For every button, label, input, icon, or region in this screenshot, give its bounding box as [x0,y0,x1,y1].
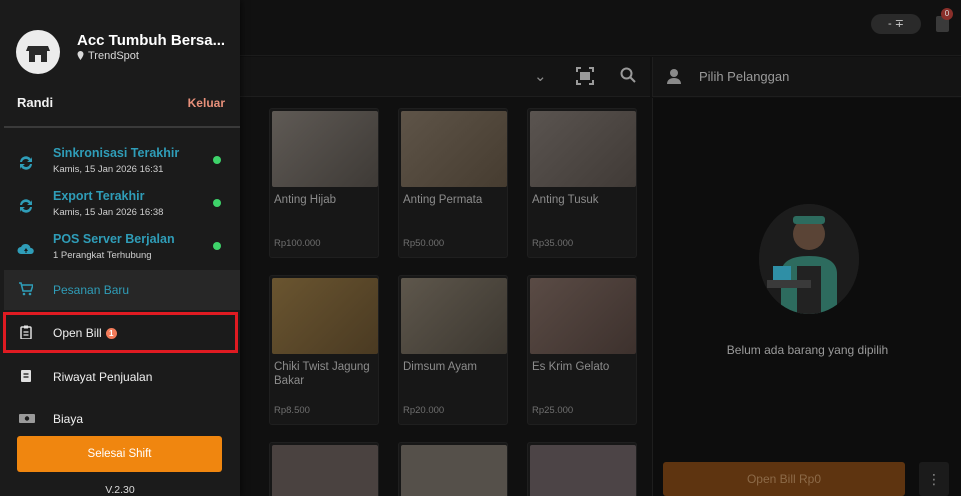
menu-item-expenses[interactable]: Biaya [4,399,240,439]
chevron-down-icon[interactable]: ⌄ [534,67,547,85]
product-card[interactable]: Anting Hijab Rp100.000 [269,108,379,258]
user-icon [667,68,683,84]
cashier-illustration [759,204,859,314]
store-name: Acc Tumbuh Bersa... [77,32,226,49]
product-image [401,278,507,354]
notification-count-badge: 0 [941,8,953,20]
online-indicator [213,199,221,207]
end-shift-button[interactable]: Selesai Shift [17,436,222,472]
sync-icon [17,197,35,215]
product-image [401,111,507,187]
product-price: Rp20.000 [403,405,445,416]
cash-icon [19,411,35,425]
product-image [272,278,378,354]
product-price: Rp8.500 [274,405,310,416]
cash-toggle-pill[interactable]: - ∓ [871,14,921,34]
store-branch: TrendSpot [77,50,139,62]
product-image [530,111,636,187]
receipt-icon [19,369,33,383]
location-pin-icon [77,51,84,60]
export-status: Export Terakhir Kamis, 15 Jan 2026 16:38 [0,187,240,227]
product-image [401,445,507,496]
product-image [530,278,636,354]
server-status: POS Server Berjalan 1 Perangkat Terhubun… [0,230,240,270]
product-card[interactable]: Anting Tusuk Rp35.000 [527,108,637,258]
status-subtitle: Kamis, 15 Jan 2026 16:31 [53,164,164,175]
product-name: Anting Tusuk [532,194,599,206]
product-name: Anting Permata [403,194,483,206]
menu-item-label: Biaya [53,412,84,426]
navigation-drawer: Acc Tumbuh Bersa... TrendSpot Randi Kelu… [0,0,240,496]
more-options-button[interactable]: ⋮ [919,462,949,496]
online-indicator [213,242,221,250]
menu-item-new-order[interactable]: Pesanan Baru [4,270,240,310]
search-icon[interactable] [620,67,636,87]
cloud-icon [17,240,35,258]
product-card[interactable]: Chiki Twist Jagung Bakar Rp8.500 [269,275,379,425]
online-indicator [213,156,221,164]
empty-cart-text: Belum ada barang yang dipilih [726,343,889,357]
cashier-name: Randi [17,95,54,110]
product-price: Rp25.000 [532,405,574,416]
product-grid: Anting Hijab Rp100.000 Anting Permata Rp… [130,100,650,496]
status-title: Sinkronisasi Terakhir [53,146,180,160]
product-name: Dimsum Ayam [403,361,477,373]
status-title: POS Server Berjalan [53,232,175,246]
product-price: Rp35.000 [532,238,574,249]
product-card[interactable]: Anting Permata Rp50.000 [398,108,508,258]
product-price: Rp100.000 [274,238,321,249]
product-card[interactable] [527,442,637,496]
highlight-box [3,312,238,353]
product-card[interactable]: Es Krim Gelato Rp25.000 [527,275,637,425]
product-card[interactable]: Dimsum Ayam Rp20.000 [398,275,508,425]
divider [4,126,240,128]
product-toolbar: ⌄ [240,57,650,97]
open-bill-button[interactable]: Open Bill Rp0 [663,462,905,496]
cart-icon [19,282,35,296]
customer-selector[interactable]: Pilih Pelanggan [652,57,961,97]
product-image [272,111,378,187]
product-name: Anting Hijab [274,194,337,206]
product-name: Es Krim Gelato [532,361,610,373]
product-card[interactable] [398,442,508,496]
sync-status: Sinkronisasi Terakhir Kamis, 15 Jan 2026… [0,144,240,184]
pos-app: - ∓ 0 ⌄ Pilih Pelanggan Anting Hijab Rp1… [0,0,961,496]
barcode-scan-icon[interactable] [576,67,594,89]
customer-selector-label: Pilih Pelanggan [699,69,790,84]
product-price: Rp50.000 [403,238,445,249]
menu-item-label: Pesanan Baru [53,283,130,297]
product-image [530,445,636,496]
store-icon [16,30,60,74]
product-card[interactable] [269,442,379,496]
store-branch-label: TrendSpot [88,50,139,62]
logout-button[interactable]: Keluar [188,96,225,110]
status-title: Export Terakhir [53,189,145,203]
status-subtitle: Kamis, 15 Jan 2026 16:38 [53,207,164,218]
app-version: V.2.30 [105,484,135,496]
product-name: Chiki Twist Jagung Bakar [274,361,370,387]
product-image [272,445,378,496]
sync-icon [17,154,35,172]
status-subtitle: 1 Perangkat Terhubung [53,250,152,261]
menu-item-label: Riwayat Penjualan [53,370,153,384]
menu-item-sales-history[interactable]: Riwayat Penjualan [4,357,240,397]
cart-panel: Belum ada barang yang dipilih Open Bill … [652,98,961,496]
notification-icon[interactable]: 0 [933,8,953,34]
